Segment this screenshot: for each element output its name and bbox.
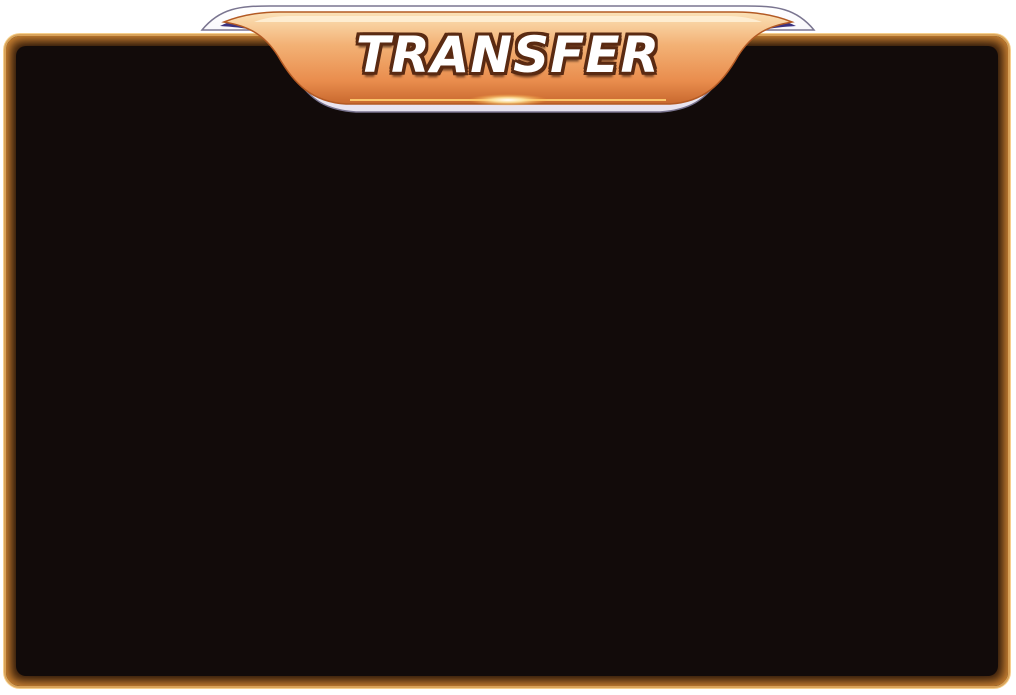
transfer-dialog: TRANSFER [0, 0, 1016, 695]
transfer-panel [4, 34, 1010, 688]
transfer-panel-content [16, 46, 998, 676]
dialog-title: TRANSFER [356, 26, 660, 84]
title-banner: TRANSFER [200, 0, 816, 120]
